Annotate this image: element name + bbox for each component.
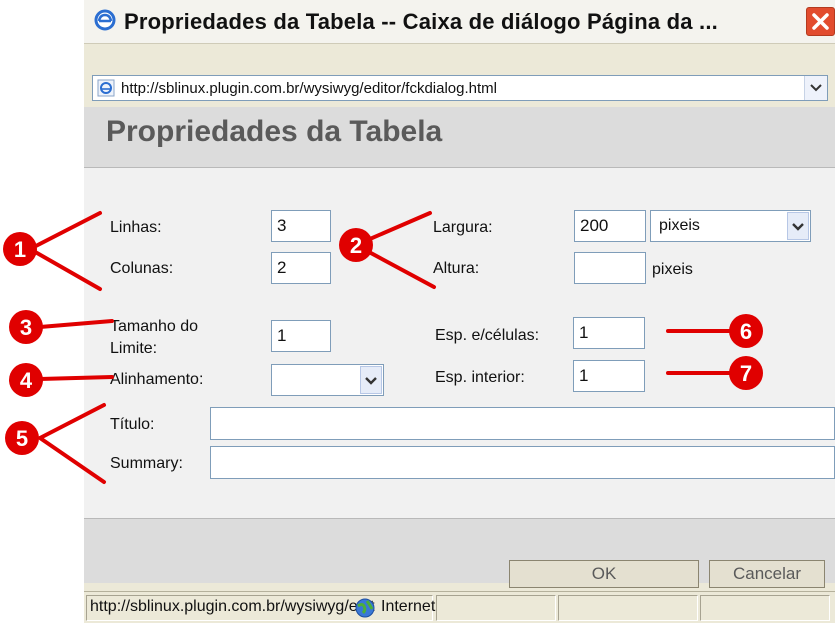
alignment-dropdown-button[interactable] bbox=[360, 366, 382, 394]
status-bar: http://sblinux.plugin.com.br/wysiwyg/edi… bbox=[84, 591, 835, 623]
summary-input[interactable] bbox=[210, 446, 835, 479]
badge-1: 1 bbox=[3, 232, 37, 266]
height-input[interactable] bbox=[574, 252, 646, 284]
summary-label: Summary: bbox=[110, 455, 183, 472]
width-unit-dropdown-button[interactable] bbox=[787, 212, 809, 240]
cols-label: Colunas: bbox=[110, 260, 174, 277]
caption-input[interactable] bbox=[210, 407, 835, 440]
width-input[interactable]: 200 bbox=[574, 210, 646, 242]
window-title: Propriedades da Tabela -- Caixa de diálo… bbox=[124, 9, 718, 34]
caption-label: Título: bbox=[110, 416, 155, 433]
cell-padding-input[interactable]: 1 bbox=[573, 360, 645, 392]
rows-label: Linhas: bbox=[110, 219, 162, 236]
border-size-input[interactable]: 1 bbox=[271, 320, 331, 352]
rows-input[interactable]: 3 bbox=[271, 210, 331, 242]
border-label-line2: Limite: bbox=[110, 340, 158, 357]
badge-4: 4 bbox=[9, 363, 43, 397]
height-label: Altura: bbox=[433, 260, 480, 277]
close-icon bbox=[812, 13, 829, 30]
ok-button[interactable]: OK bbox=[509, 560, 699, 588]
cols-input[interactable]: 2 bbox=[271, 252, 331, 284]
status-section bbox=[558, 595, 698, 621]
width-label: Largura: bbox=[433, 219, 493, 236]
cell-padding-label: Esp. interior: bbox=[435, 369, 525, 386]
close-button[interactable] bbox=[806, 7, 835, 36]
dialog-header: Propriedades da Tabela bbox=[84, 107, 835, 168]
status-section bbox=[436, 595, 556, 621]
status-url: http://sblinux.plugin.com.br/wysiwyg/edi… bbox=[90, 598, 375, 615]
cancel-button[interactable]: Cancelar bbox=[709, 560, 825, 588]
badge-5: 5 bbox=[5, 421, 39, 455]
status-zone: Internet bbox=[381, 598, 436, 615]
page-title: Propriedades da Tabela bbox=[106, 115, 443, 148]
page-icon bbox=[97, 79, 115, 97]
cell-spacing-input[interactable]: 1 bbox=[573, 317, 645, 349]
address-url: http://sblinux.plugin.com.br/wysiwyg/edi… bbox=[121, 80, 497, 97]
badge-4-number: 4 bbox=[20, 368, 33, 393]
alignment-label: Alinhamento: bbox=[110, 371, 204, 388]
width-unit-value: pixeis bbox=[659, 217, 700, 234]
width-unit-select[interactable]: pixeis bbox=[650, 210, 811, 242]
chevron-down-icon bbox=[365, 377, 377, 385]
border-label-line1: Tamanho do bbox=[110, 318, 199, 335]
badge-5-number: 5 bbox=[16, 426, 28, 451]
title-bar: Propriedades da Tabela -- Caixa de diálo… bbox=[84, 0, 835, 44]
height-unit-label: pixeis bbox=[652, 261, 693, 278]
status-section bbox=[700, 595, 830, 621]
badge-3-number: 3 bbox=[20, 315, 32, 340]
alignment-select[interactable] bbox=[271, 364, 384, 396]
badge-1-number: 1 bbox=[14, 237, 26, 262]
globe-icon bbox=[355, 598, 375, 618]
cell-spacing-label: Esp. e/células: bbox=[435, 327, 540, 344]
dialog-window: Propriedades da Tabela -- Caixa de diálo… bbox=[84, 0, 835, 623]
ie-icon bbox=[94, 9, 116, 31]
address-bar[interactable]: http://sblinux.plugin.com.br/wysiwyg/edi… bbox=[92, 75, 828, 101]
badge-3: 3 bbox=[9, 310, 43, 344]
address-dropdown-button[interactable] bbox=[804, 76, 827, 100]
chevron-down-icon bbox=[810, 84, 822, 92]
chevron-down-icon bbox=[792, 223, 804, 231]
